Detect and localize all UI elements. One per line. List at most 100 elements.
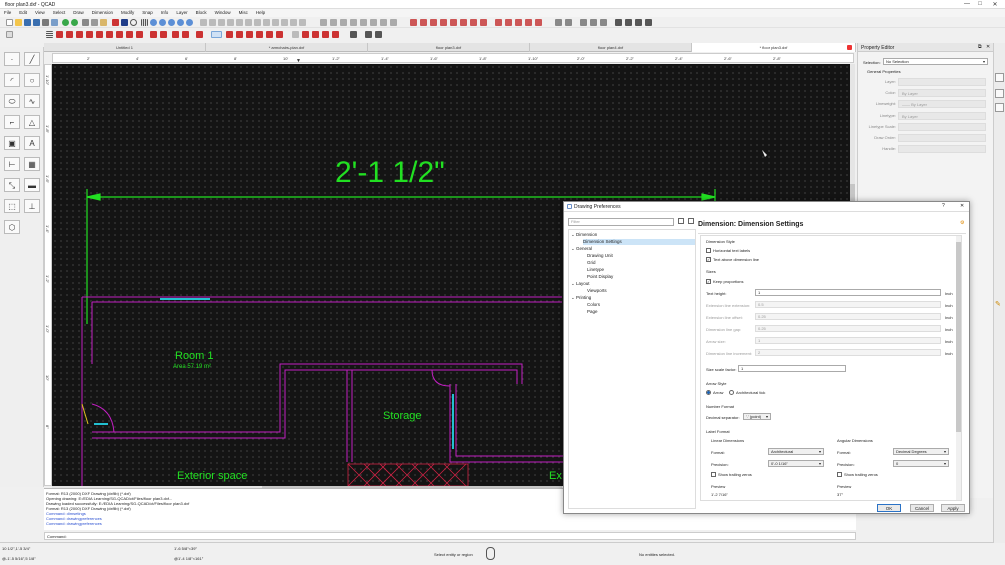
select-window-icon[interactable] xyxy=(106,31,113,38)
apply-button[interactable]: Apply xyxy=(941,504,965,512)
architectural-tick-radio[interactable]: Architectural tick xyxy=(729,390,765,396)
text-above-checkbox[interactable]: ✓ Text above dimension line xyxy=(706,257,759,263)
move-relative-zero-icon[interactable] xyxy=(302,31,309,38)
modify-mirror-icon[interactable] xyxy=(440,19,447,26)
copy-icon[interactable] xyxy=(91,19,98,26)
dimension-tool-icon[interactable] xyxy=(320,19,327,26)
layers-icon[interactable] xyxy=(46,31,53,38)
menu-info[interactable]: Info xyxy=(157,9,173,17)
modify-stretch-icon[interactable] xyxy=(470,19,477,26)
snap-free-icon[interactable] xyxy=(299,19,306,26)
property-value[interactable] xyxy=(898,134,986,142)
tab-floor-plan3-modified[interactable]: * floor plan3.dxf xyxy=(692,43,856,52)
menu-window[interactable]: Window xyxy=(211,9,235,17)
modify-move-icon[interactable] xyxy=(410,19,417,26)
menu-file[interactable]: File xyxy=(0,9,15,17)
snap-grid-icon[interactable] xyxy=(209,19,216,26)
save-as-icon[interactable] xyxy=(33,19,40,26)
zoom-previous-icon[interactable] xyxy=(186,19,193,26)
angular-format-dropdown[interactable]: Decimal Degrees xyxy=(893,448,949,455)
cut-icon[interactable] xyxy=(82,19,89,26)
close-tab-icon[interactable] xyxy=(847,45,852,50)
menu-select[interactable]: Select xyxy=(49,9,70,17)
snap-orthogonal-icon[interactable] xyxy=(236,31,243,38)
collapse-all-icon[interactable] xyxy=(678,218,684,224)
shape-tool-icon[interactable]: △ xyxy=(24,115,40,129)
arrow-radio[interactable]: Arrow xyxy=(706,390,723,396)
modify-properties-icon[interactable] xyxy=(565,19,572,26)
snap-x-icon[interactable] xyxy=(322,31,329,38)
modify-delete-icon[interactable] xyxy=(535,19,542,26)
modify-round-icon[interactable] xyxy=(495,19,502,26)
snap-vertical-icon[interactable] xyxy=(256,31,263,38)
text-icon[interactable]: A xyxy=(24,136,40,150)
close-dialog-button[interactable]: ✕ xyxy=(960,203,964,209)
select-point-icon[interactable] xyxy=(56,31,63,38)
select-contour-icon[interactable] xyxy=(126,31,133,38)
info-angle-icon[interactable] xyxy=(590,19,597,26)
circle-tool-icon[interactable]: ○ xyxy=(24,73,40,87)
cube-3d-icon[interactable]: ⬡ xyxy=(4,220,20,234)
info-area-icon[interactable] xyxy=(600,19,607,26)
select-touching-icon[interactable] xyxy=(196,31,203,38)
dimension-vertical-icon[interactable] xyxy=(350,19,357,26)
point-tool-icon[interactable]: · xyxy=(4,52,20,66)
tree-item-colors[interactable]: Colors xyxy=(587,302,600,308)
tree-item-linetype[interactable]: Linetype xyxy=(587,267,604,273)
modify-offset-icon[interactable] xyxy=(460,19,467,26)
menu-snap[interactable]: Snap xyxy=(138,9,157,17)
modify-bevel-icon[interactable] xyxy=(480,19,487,26)
menu-help[interactable]: Help xyxy=(252,9,269,17)
zoom-out-icon[interactable] xyxy=(159,19,166,26)
extension-line-extension-field[interactable]: 0.5 xyxy=(755,301,941,308)
snap-center-icon[interactable] xyxy=(236,19,243,26)
property-value[interactable]: —— By Layer xyxy=(898,100,986,108)
hatch-icon[interactable] xyxy=(625,19,632,26)
select-layer-icon[interactable] xyxy=(136,31,143,38)
modify-divide-icon[interactable] xyxy=(505,19,512,26)
block-list-dock-icon[interactable] xyxy=(995,103,1004,112)
select-line-icon[interactable] xyxy=(66,31,73,38)
snap-icon[interactable]: ⊥ xyxy=(24,199,40,213)
tab-untitled-1[interactable]: Untitled 1 xyxy=(44,43,206,52)
snap-angle-icon[interactable] xyxy=(266,31,273,38)
menu-misc[interactable]: Misc xyxy=(235,9,252,17)
grid-icon[interactable] xyxy=(141,19,148,26)
dimension-angular-icon[interactable] xyxy=(370,19,377,26)
arc-tool-icon[interactable]: ◜ xyxy=(4,73,20,87)
image-icon[interactable]: ▦ xyxy=(24,157,40,171)
snap-intersection-icon[interactable] xyxy=(245,19,252,26)
select-polyline-icon[interactable] xyxy=(86,31,93,38)
menu-layer[interactable]: Layer xyxy=(172,9,191,17)
color-icon[interactable] xyxy=(121,19,128,26)
snap-off-icon[interactable] xyxy=(276,31,283,38)
menu-block[interactable]: Block xyxy=(192,9,211,17)
select-entity-icon[interactable] xyxy=(182,31,189,38)
linear-format-dropdown[interactable]: Architectural xyxy=(768,448,824,455)
horizontal-labels-checkbox[interactable]: Horizontal text labels xyxy=(706,248,750,254)
circle-icon[interactable] xyxy=(130,19,137,26)
scale-factor-field[interactable]: 1 xyxy=(738,365,846,372)
property-value[interactable] xyxy=(898,78,986,86)
property-value[interactable]: By Layer xyxy=(898,112,986,120)
modify-icon[interactable]: ⤡ xyxy=(4,178,20,192)
expand-all-icon[interactable] xyxy=(688,218,694,224)
script-icon[interactable] xyxy=(645,19,652,26)
text-height-field[interactable]: 1 xyxy=(755,289,941,296)
help-button[interactable]: ? xyxy=(942,203,945,209)
view-icon[interactable] xyxy=(375,31,382,38)
modify-explode-icon[interactable] xyxy=(525,19,532,26)
tab-armchairs-plan[interactable]: * armchairs-plan.dxf xyxy=(206,43,368,52)
pen-icon[interactable] xyxy=(112,19,119,26)
arrow-size-field[interactable]: 1 xyxy=(755,337,941,344)
tree-item-viewports[interactable]: Viewports xyxy=(587,288,607,294)
dimension-aligned-icon[interactable] xyxy=(330,19,337,26)
float-panel-icon[interactable]: ⧉ xyxy=(978,44,982,50)
close-window-button[interactable]: ✕ xyxy=(990,1,1000,8)
text-tool-icon[interactable] xyxy=(615,19,622,26)
select-intersect-icon[interactable] xyxy=(116,31,123,38)
open-folder-icon[interactable] xyxy=(15,19,22,26)
property-value[interactable] xyxy=(898,145,986,153)
settings-scrollbar[interactable] xyxy=(956,236,961,500)
ellipse-tool-icon[interactable]: ⬭ xyxy=(4,94,20,108)
